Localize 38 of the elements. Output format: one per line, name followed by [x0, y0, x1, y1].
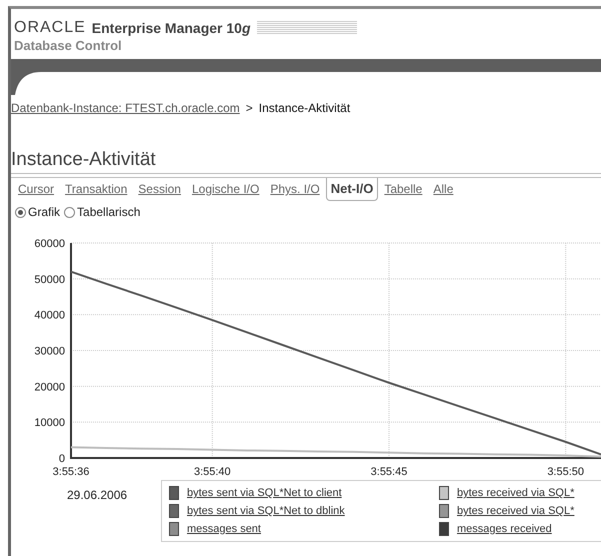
x-axis-label: 3:55:45: [370, 466, 408, 478]
y-axis-label: 50000: [34, 274, 65, 286]
app-subtitle: Database Control: [14, 38, 123, 53]
legend-link[interactable]: bytes sent via SQL*Net to client: [169, 486, 439, 500]
radio-button[interactable]: [15, 206, 26, 218]
tab[interactable]: Alle: [428, 179, 458, 201]
oracle-logo: ORACLE: [14, 19, 86, 37]
tab[interactable]: Tabelle: [379, 179, 428, 201]
x-axis-label: 3:55:50: [547, 466, 584, 478]
breadcrumb-separator: >: [246, 101, 253, 115]
y-axis-label: 40000: [34, 310, 65, 322]
radio-label: Tabellarisch: [77, 205, 140, 219]
x-axis-label: 3:55:40: [194, 466, 231, 478]
product-name: Enterprise Manager 10g: [92, 20, 251, 36]
breadcrumb-link[interactable]: Datenbank-Instance: FTEST.ch.oracle.com: [11, 101, 240, 115]
legend-link[interactable]: messages sent: [169, 522, 439, 536]
legend-link[interactable]: bytes sent via SQL*Net to dblink: [169, 504, 439, 518]
y-axis-label: 60000: [34, 238, 65, 250]
legend-link[interactable]: bytes received via SQL*: [439, 486, 601, 500]
stripes-icon: [256, 21, 357, 35]
radio-button[interactable]: [64, 206, 76, 218]
page-title: Instance-Aktivität: [11, 149, 601, 174]
tab[interactable]: Phys. I/O: [265, 179, 325, 201]
breadcrumb-current: Instance-Aktivität: [258, 101, 350, 115]
y-axis-label: 20000: [34, 381, 65, 394]
tab[interactable]: Logische I/O: [186, 179, 264, 201]
tab[interactable]: Cursor: [13, 179, 60, 201]
legend-link[interactable]: bytes received via SQL*: [439, 504, 601, 518]
tab[interactable]: Session: [133, 179, 186, 201]
y-axis-label: 10000: [34, 417, 65, 430]
tab[interactable]: Transaktion: [60, 179, 132, 201]
chart-date: 29.06.2006: [66, 487, 128, 504]
legend-link[interactable]: messages received: [439, 522, 601, 536]
tab[interactable]: Net-I/O: [326, 178, 378, 201]
y-axis-label: 30000: [34, 346, 65, 358]
y-axis-label: 0: [58, 453, 65, 465]
radio-label: Grafik: [28, 205, 60, 219]
x-axis-label: 3:55:36: [52, 466, 90, 478]
